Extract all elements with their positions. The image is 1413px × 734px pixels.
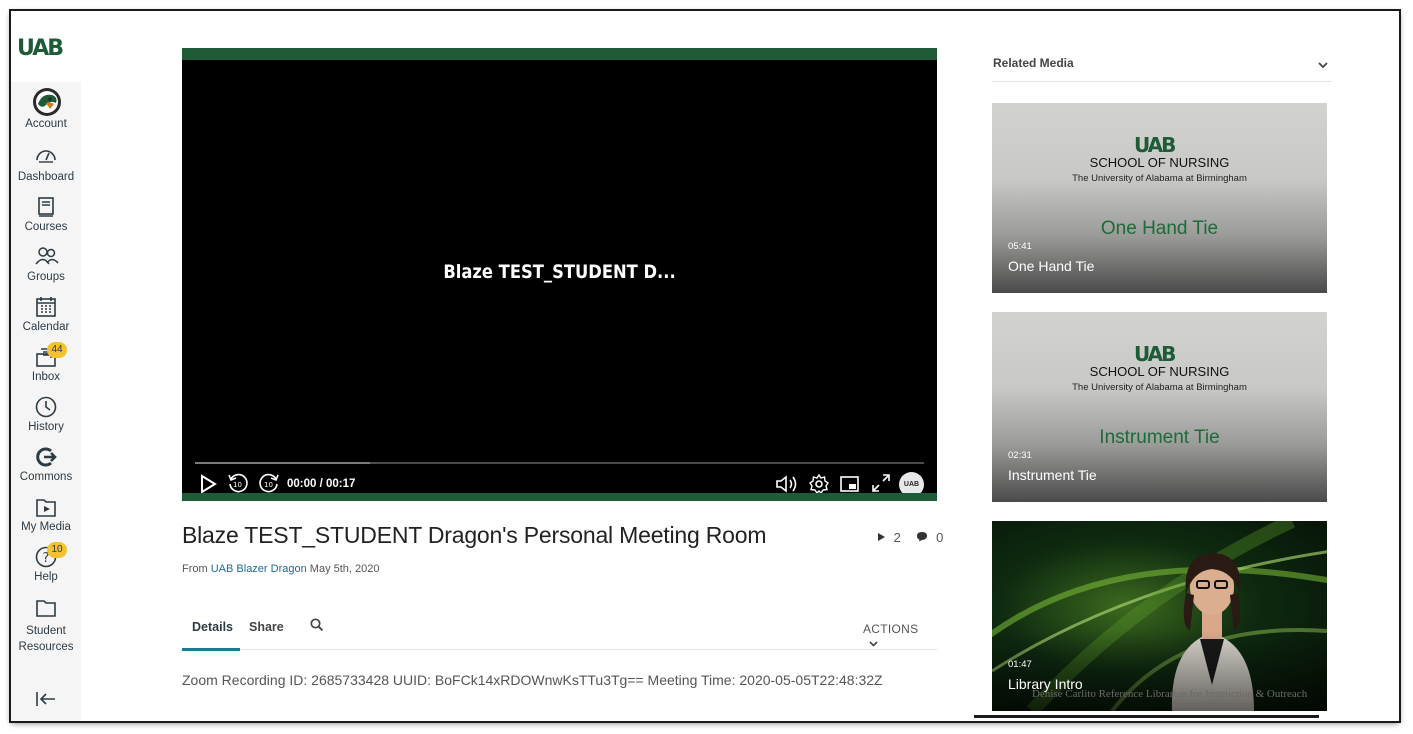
entry-tabs: Details Share ACTIONS [182,609,937,651]
avatar-icon [11,87,81,116]
help-icon: ? 10 [11,542,81,570]
help-badge: 10 [47,542,67,558]
entry-title: Blaze TEST_STUDENT Dragon's Personal Mee… [182,522,767,548]
svg-text:10: 10 [233,481,242,489]
my-media-icon [11,492,81,520]
nav-commons[interactable]: Commons [11,442,81,492]
video-player[interactable]: Blaze TEST_STUDENT D... 10 10 00:00 / 00… [182,48,937,501]
nav-my-media[interactable]: My Media [11,492,81,542]
duration: 01:47 [1008,659,1032,670]
tab-share[interactable]: Share [249,620,284,634]
nav-calendar[interactable]: Calendar [11,292,81,342]
player-bottom-bar [182,493,937,501]
scroll-edge [974,715,1319,718]
groups-icon [11,242,81,270]
nav-groups[interactable]: Groups [11,242,81,292]
university-name: The University of Alabama at Birmingham [1072,173,1247,184]
uab-logo[interactable]: UAB [11,11,81,82]
nav-student-resources[interactable]: Student Resources [11,594,81,654]
related-item[interactable]: Denise Carlito Reference Librarian for I… [992,521,1327,711]
svg-text:UAB: UAB [17,36,63,58]
school-name: SCHOOL OF NURSING [1089,364,1230,379]
app-window: UAB Account Dashboard Courses Groups Cal… [11,11,1399,721]
entry-description: Zoom Recording ID: 2685733428 UUID: BoFC… [182,672,883,688]
collapse-nav-icon[interactable] [35,691,57,712]
related-item[interactable]: UAB SCHOOL OF NURSING The University of … [992,103,1327,293]
nav-help[interactable]: ? 10 Help [11,542,81,592]
nav-dashboard[interactable]: Dashboard [11,142,81,192]
entry-date: May 5th, 2020 [309,563,380,575]
svg-text:UAB: UAB [1134,134,1175,154]
duration: 02:31 [1008,450,1032,461]
related-item[interactable]: UAB SCHOOL OF NURSING The University of … [992,312,1327,502]
thumbnail-title: Instrument Tie [1099,427,1220,448]
related-item-name: One Hand Tie [1008,258,1095,274]
nav-history[interactable]: History [11,392,81,442]
progress-bar[interactable] [195,462,924,464]
svg-text:10: 10 [264,481,273,489]
commons-icon [11,442,81,470]
player-top-bar [182,48,937,60]
related-item-name: Instrument Tie [1008,467,1097,483]
courses-icon [11,192,81,220]
search-icon[interactable] [310,618,324,635]
comments-count: 0 [936,530,944,545]
inbox-badge: 44 [47,342,67,358]
actions-dropdown[interactable]: ACTIONS [863,622,937,650]
entry-byline: From UAB Blazer Dragon May 5th, 2020 [182,563,380,575]
chevron-down-icon [1318,56,1328,74]
tab-details-underline [182,648,240,651]
owner-link[interactable]: UAB Blazer Dragon [211,563,307,575]
related-media-title: Related Media [993,56,1074,70]
tab-details[interactable]: Details [192,620,233,634]
calendar-icon [11,292,81,320]
nav-inbox[interactable]: 44 Inbox [11,342,81,392]
plays-count: 2 [893,530,901,545]
global-nav: UAB Account Dashboard Courses Groups Cal… [11,11,81,721]
nav-courses[interactable]: Courses [11,192,81,242]
nav-account[interactable]: Account [11,87,81,137]
duration: 05:41 [1008,241,1032,252]
svg-text:UAB: UAB [1134,343,1175,363]
inbox-icon: 44 [11,342,81,370]
progress-buffered [195,462,370,464]
history-icon [11,392,81,420]
chevron-down-icon [869,636,878,650]
university-name: The University of Alabama at Birmingham [1072,382,1247,393]
related-item-name: Library Intro [1008,676,1083,692]
player-time: 00:00 / 00:17 [287,478,356,490]
player-overlay-title: Blaze TEST_STUDENT D... [443,261,676,283]
dashboard-icon [11,142,81,170]
related-media-header[interactable]: Related Media [992,54,1332,82]
plays-icon [877,530,886,545]
thumbnail-title: One Hand Tie [1100,218,1219,239]
folder-icon [11,594,81,622]
entry-stats: 2 0 [877,530,947,545]
school-name: SCHOOL OF NURSING [1089,155,1230,170]
comments-icon [916,530,928,545]
